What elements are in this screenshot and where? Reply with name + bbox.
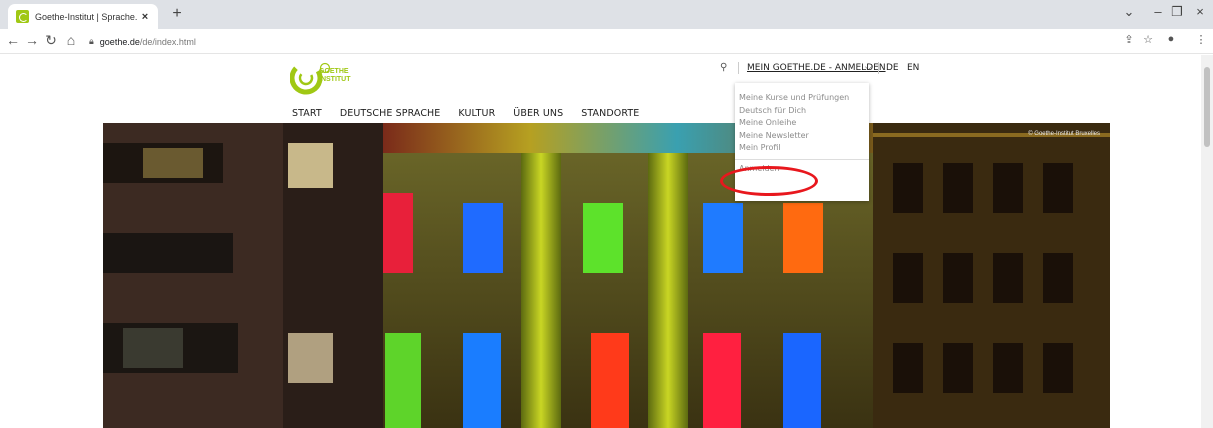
- tab-search-chevron-icon[interactable]: ⌄: [1119, 4, 1139, 20]
- menu-item-onleihe[interactable]: Meine Onleihe: [735, 117, 869, 130]
- search-icon[interactable]: ⚲: [720, 62, 727, 73]
- address-bar[interactable]: 🔒︎ goethe.de/de/index.html: [89, 32, 1109, 51]
- menu-divider: [735, 158, 869, 160]
- more-menu-icon[interactable]: ⋮: [1193, 33, 1209, 46]
- profile-avatar-icon[interactable]: ●: [1163, 33, 1179, 45]
- image-credit: © Goethe-Institut Bruxelles: [1028, 131, 1100, 137]
- tab-strip: Goethe-Institut | Sprache. Kultur. × + ⌄…: [0, 0, 1213, 29]
- nav-ueber-uns[interactable]: ÜBER UNS: [513, 108, 563, 119]
- home-icon[interactable]: ⌂: [62, 32, 80, 48]
- chevron-down-icon[interactable]: ⌵: [865, 62, 872, 73]
- language-de-link[interactable]: DE: [886, 63, 899, 73]
- back-arrow-icon[interactable]: ←: [4, 32, 22, 48]
- menu-item-newsletter[interactable]: Meine Newsletter: [735, 130, 869, 143]
- url-text: goethe.de/de/index.html: [99, 36, 196, 47]
- highlight-circle: [720, 166, 818, 196]
- goethe-favicon-icon: [16, 10, 29, 23]
- share-icon[interactable]: ⇪: [1121, 33, 1137, 46]
- divider: [878, 62, 879, 74]
- browser-window: Goethe-Institut | Sprache. Kultur. × + ⌄…: [0, 0, 1213, 428]
- language-en-link[interactable]: EN: [907, 63, 919, 73]
- nav-deutsche-sprache[interactable]: DEUTSCHE SPRACHE: [340, 108, 441, 119]
- bookmark-star-icon[interactable]: ☆: [1140, 33, 1156, 46]
- scrollbar-thumb[interactable]: [1204, 67, 1210, 147]
- menu-item-deutsch-fuer-dich[interactable]: Deutsch für Dich: [735, 105, 869, 118]
- close-window-button[interactable]: ×: [1190, 4, 1210, 19]
- nav-standorte[interactable]: STANDORTE: [581, 108, 639, 119]
- web-page: GOETHE INSTITUT START DEUTSCHE SPRACHE K…: [0, 55, 1213, 428]
- new-tab-button[interactable]: +: [167, 5, 187, 23]
- hero-image: © Goethe-Institut Bruxelles: [103, 123, 1110, 428]
- logo-wordmark: GOETHE INSTITUT: [319, 68, 351, 83]
- divider: [738, 62, 739, 74]
- lock-icon[interactable]: 🔒︎: [89, 36, 94, 47]
- nav-start[interactable]: START: [292, 108, 322, 119]
- minimize-button[interactable]: –: [1148, 4, 1168, 19]
- browser-tab[interactable]: Goethe-Institut | Sprache. Kultur. ×: [8, 4, 158, 29]
- illuminated-building-image: [103, 123, 1110, 428]
- close-tab-icon[interactable]: ×: [138, 11, 152, 23]
- menu-item-kurse[interactable]: Meine Kurse und Prüfungen: [735, 92, 869, 105]
- tab-title: Goethe-Institut | Sprache. Kultur.: [35, 11, 138, 22]
- menu-item-profil[interactable]: Mein Profil: [735, 142, 869, 155]
- reload-icon[interactable]: ↻: [42, 32, 60, 49]
- nav-kultur[interactable]: KULTUR: [458, 108, 495, 119]
- main-navigation: START DEUTSCHE SPRACHE KULTUR ÜBER UNS S…: [292, 108, 639, 119]
- restore-button[interactable]: ❐: [1167, 4, 1187, 20]
- forward-arrow-icon[interactable]: →: [23, 32, 41, 48]
- browser-toolbar: ← → ↻ ⌂ 🔒︎ goethe.de/de/index.html ⇪ ☆ ●…: [0, 29, 1213, 54]
- page-scrollbar[interactable]: [1201, 55, 1213, 428]
